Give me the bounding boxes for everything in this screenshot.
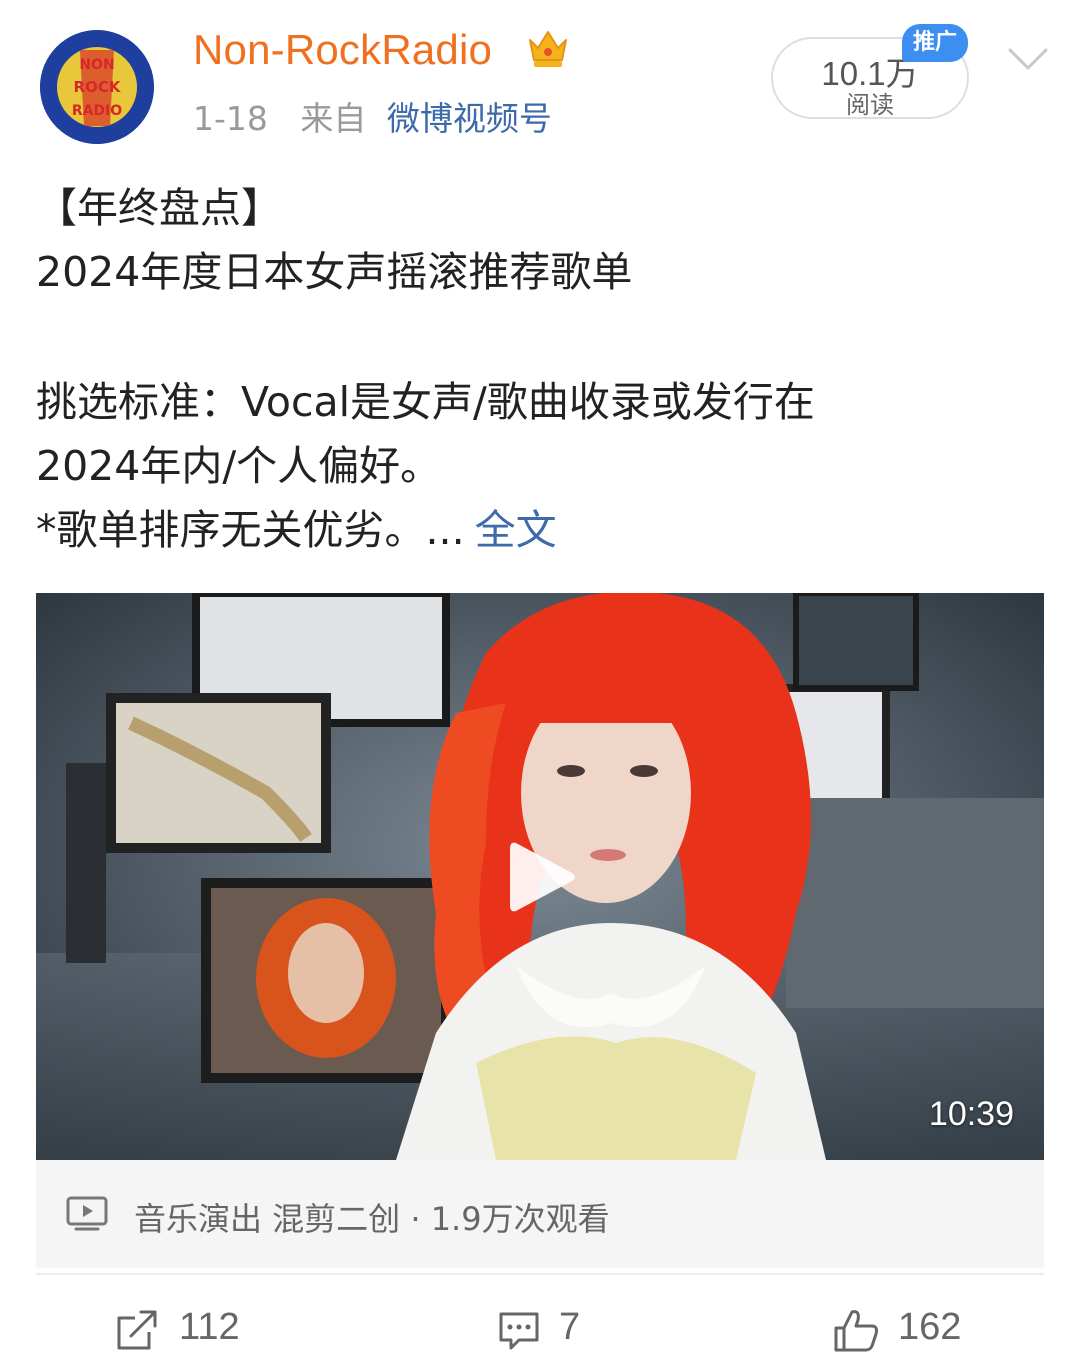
comment-icon [499,1312,539,1350]
post-line: *歌单排序无关优劣。... [36,506,465,554]
read-label: 阅读 [846,91,894,119]
post-line: 【年终盘点】 [36,184,282,232]
avatar-text-2: ROCK [74,78,122,96]
play-icon[interactable] [506,837,578,917]
avatar-text-3: RADIO [72,103,122,119]
post-line: 2024年度日本女声摇滚推荐歌单 [36,248,633,296]
source-link[interactable]: 微博视频号 [387,99,552,138]
repost-icon [117,1310,157,1350]
comment-button[interactable]: 7 [497,1302,597,1358]
post-line-last: *歌单排序无关优劣。... 全文 [36,498,1046,562]
post-body: 【年终盘点】 2024年度日本女声摇滚推荐歌单 挑选标准：Vocal是女声/歌曲… [36,176,1046,562]
post-line: 2024年内/个人偏好。 [36,442,442,490]
promo-badge: 推广 [902,24,968,62]
video-tv-icon [66,1196,108,1231]
repost-button[interactable]: 112 [115,1302,255,1358]
from-label: 来自 [300,99,367,138]
post-date: 1-18 [193,99,268,138]
repost-count: 112 [179,1306,240,1348]
username[interactable]: Non-RockRadio [193,26,492,74]
like-icon [834,1310,878,1352]
divider [36,1273,1044,1275]
like-count: 162 [898,1306,962,1348]
post-line: 挑选标准：Vocal是女声/歌曲收录或发行在 [36,378,815,426]
avatar[interactable]: NON ROCK RADIO [40,30,154,144]
video-duration: 10:39 [928,1095,1014,1133]
video-info-bar[interactable]: 音乐演出 混剪二创 · 1.9万次观看 [36,1160,1044,1268]
crown-icon [529,31,567,67]
post-meta: 1-18 来自 微博视频号 [193,92,552,140]
comment-count: 7 [559,1306,581,1348]
avatar-text-1: NON [79,57,114,73]
video-info-text: 音乐演出 混剪二创 · 1.9万次观看 [134,1200,610,1238]
like-button[interactable]: 162 [832,1302,982,1358]
video-player[interactable]: 10:39 [36,593,1044,1160]
fulltext-link[interactable]: 全文 [475,506,557,554]
chevron-down-icon[interactable] [1006,38,1050,78]
